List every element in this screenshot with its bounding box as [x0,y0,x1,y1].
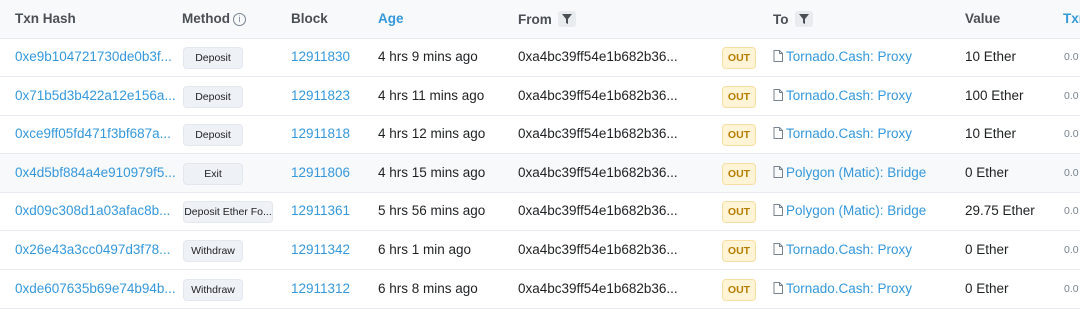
value-text: 10 Ether [965,49,1017,64]
method-badge: Deposit [183,47,243,69]
info-icon[interactable]: i [233,13,246,26]
method-badge: Withdraw [183,279,243,301]
table-row: 0x4d5bf884a4e910979f5... Exit 12911806 4… [0,154,1080,193]
header-method-label: Method [182,11,230,26]
txn-fee-text: 0.0 [1064,90,1079,102]
method-badge: Exit [183,163,243,185]
header-to: To [773,11,813,27]
value-text: 0 Ether [965,281,1009,296]
to-address-link[interactable]: Tornado.Cash: Proxy [786,49,912,64]
age-text: 6 hrs 8 mins ago [378,281,478,296]
method-badge: Withdraw [183,240,243,262]
direction-badge: OUT [722,86,756,108]
txn-hash-link[interactable]: 0xd09c308d1a03afac8b... [15,203,170,218]
block-link[interactable]: 12911823 [291,88,350,103]
txn-fee-text: 0.0 [1064,244,1079,256]
header-value: Value [965,11,1001,26]
transactions-table: Txn Hash Method i Block Age From To Value… [0,0,1080,322]
method-badge: Deposit [183,86,243,108]
direction-badge: OUT [722,279,756,301]
txn-hash-link[interactable]: 0xce9ff05fd471f3bf687a... [15,126,171,141]
to-address-link[interactable]: Tornado.Cash: Proxy [786,242,912,257]
contract-icon [773,282,783,294]
header-from: From [518,11,576,27]
txn-fee-text: 0.0 [1064,167,1079,179]
txn-fee-text: 0.0 [1064,283,1079,295]
header-txn-hash: Txn Hash [15,11,76,26]
from-address[interactable]: 0xa4bc39ff54e1b682b36... [518,49,678,64]
txn-hash-link[interactable]: 0x71b5d3b422a12e156a... [15,88,176,103]
direction-badge: OUT [722,163,756,185]
table-header: Txn Hash Method i Block Age From To Value… [0,0,1080,39]
age-text: 4 hrs 11 mins ago [378,88,485,103]
table-row: 0x26e43a3cc0497d3f78... Withdraw 1291134… [0,231,1080,270]
to-address-link[interactable]: Tornado.Cash: Proxy [786,281,912,296]
block-link[interactable]: 12911806 [291,165,350,180]
value-text: 0 Ether [965,165,1009,180]
table-row: 0xde607635b69e74b94b... Withdraw 1291131… [0,270,1080,309]
block-link[interactable]: 12911818 [291,126,350,141]
direction-badge: OUT [722,124,756,146]
txn-fee-text: 0.0 [1064,205,1079,217]
to-address-link[interactable]: Polygon (Matic): Bridge [786,165,926,180]
to-address-link[interactable]: Tornado.Cash: Proxy [786,126,912,141]
header-to-label: To [773,12,789,27]
txn-hash-link[interactable]: 0xde607635b69e74b94b... [15,281,176,296]
value-text: 100 Ether [965,88,1024,103]
to-address-link[interactable]: Tornado.Cash: Proxy [786,88,912,103]
from-address[interactable]: 0xa4bc39ff54e1b682b36... [518,88,678,103]
to-address-link[interactable]: Polygon (Matic): Bridge [786,203,926,218]
contract-icon [773,204,783,216]
header-age[interactable]: Age [378,11,404,26]
direction-badge: OUT [722,201,756,223]
method-badge: Deposit Ether Fo... [183,201,273,223]
txn-hash-link[interactable]: 0x4d5bf884a4e910979f5... [15,165,176,180]
header-block: Block [291,11,328,26]
contract-icon [773,89,783,101]
table-row: 0xd09c308d1a03afac8b... Deposit Ether Fo… [0,192,1080,231]
block-link[interactable]: 12911830 [291,49,350,64]
filter-icon[interactable] [794,11,813,27]
age-text: 6 hrs 1 min ago [378,242,472,257]
contract-icon [773,50,783,62]
txn-hash-link[interactable]: 0xe9b104721730de0b3f... [15,49,172,64]
direction-badge: OUT [722,240,756,262]
from-address[interactable]: 0xa4bc39ff54e1b682b36... [518,126,678,141]
age-text: 4 hrs 9 mins ago [378,49,478,64]
age-text: 4 hrs 12 mins ago [378,126,486,141]
value-text: 10 Ether [965,126,1017,141]
table-row: 0xe9b104721730de0b3f... Deposit 12911830… [0,38,1080,77]
contract-icon [773,243,783,255]
txn-fee-text: 0.0 [1064,128,1079,140]
value-text: 29.75 Ether [965,203,1035,218]
from-address[interactable]: 0xa4bc39ff54e1b682b36... [518,203,678,218]
age-text: 4 hrs 15 mins ago [378,165,486,180]
contract-icon [773,166,783,178]
txn-hash-link[interactable]: 0x26e43a3cc0497d3f78... [15,242,170,257]
filter-icon[interactable] [557,11,576,27]
block-link[interactable]: 12911312 [291,281,350,296]
block-link[interactable]: 12911342 [291,242,350,257]
table-row: 0x71b5d3b422a12e156a... Deposit 12911823… [0,77,1080,116]
contract-icon [773,127,783,139]
direction-badge: OUT [722,47,756,69]
age-text: 5 hrs 56 mins ago [378,203,486,218]
block-link[interactable]: 12911361 [291,203,350,218]
txn-fee-text: 0.0 [1064,51,1079,63]
method-badge: Deposit [183,124,243,146]
from-address[interactable]: 0xa4bc39ff54e1b682b36... [518,281,678,296]
header-from-label: From [518,12,552,27]
table-row: 0xce9ff05fd471f3bf687a... Deposit 129118… [0,115,1080,154]
header-method: Method i [182,11,246,26]
header-txn-fee[interactable]: Txn [1063,11,1080,26]
from-address[interactable]: 0xa4bc39ff54e1b682b36... [518,165,678,180]
value-text: 0 Ether [965,242,1009,257]
from-address[interactable]: 0xa4bc39ff54e1b682b36... [518,242,678,257]
